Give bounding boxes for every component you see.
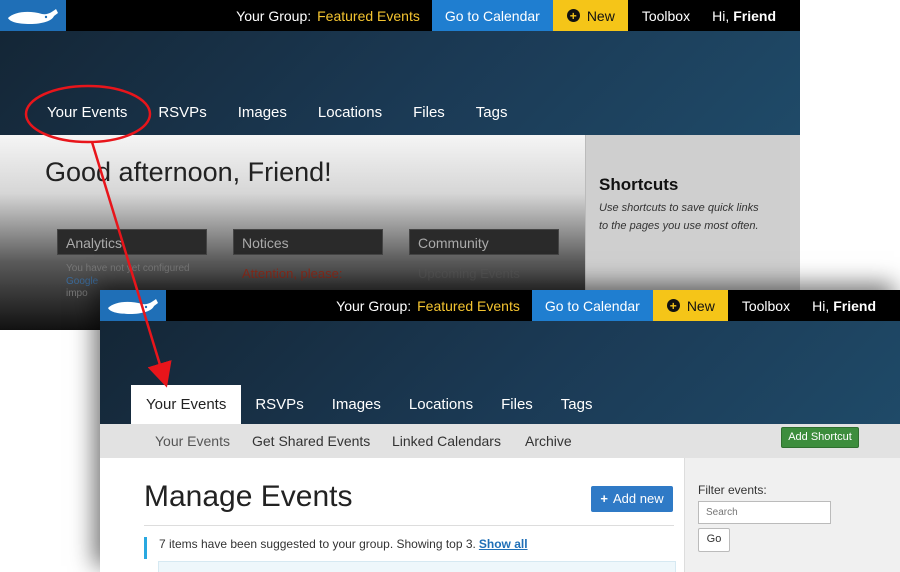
community-panel-header: Community bbox=[409, 229, 559, 255]
page-title: Manage Events bbox=[144, 480, 353, 513]
filter-label: Filter events: bbox=[698, 483, 767, 497]
show-all-link[interactable]: Show all bbox=[479, 537, 528, 551]
nav-tags[interactable]: Tags bbox=[476, 104, 508, 121]
subnav-archive[interactable]: Archive bbox=[525, 433, 572, 449]
group-label: Your Group: bbox=[336, 297, 412, 314]
nav-images[interactable]: Images bbox=[238, 104, 287, 121]
front-screenshot: Your Group: Featured Events Go to Calend… bbox=[100, 290, 900, 572]
whale-logo-icon[interactable] bbox=[100, 290, 166, 321]
go-button[interactable]: Go bbox=[698, 528, 730, 552]
plus-circle-icon: + bbox=[666, 299, 680, 312]
analytics-panel-header: Analytics bbox=[57, 229, 207, 255]
nav-files[interactable]: Files bbox=[413, 104, 445, 121]
go-to-calendar-button[interactable]: Go to Calendar bbox=[431, 0, 553, 31]
nav-images[interactable]: Images bbox=[318, 385, 395, 424]
top-bar: Your Group: Featured Events Go to Calend… bbox=[100, 290, 900, 321]
user-greeting: Hi, bbox=[712, 7, 730, 24]
nav-your-events[interactable]: Your Events bbox=[47, 104, 127, 121]
notices-panel-header: Notices bbox=[233, 229, 383, 255]
shortcuts-description: Use shortcuts to save quick links to the… bbox=[599, 202, 759, 232]
toolbox-menu[interactable]: Toolbox bbox=[628, 0, 704, 31]
add-new-label: Add new bbox=[613, 491, 664, 506]
go-to-calendar-button[interactable]: Go to Calendar bbox=[531, 290, 653, 321]
plus-circle-icon: + bbox=[566, 9, 580, 22]
new-button[interactable]: + New bbox=[652, 290, 728, 321]
group-name-link[interactable]: Featured Events bbox=[317, 8, 420, 24]
toolbox-menu[interactable]: Toolbox bbox=[728, 290, 804, 321]
add-shortcut-button[interactable]: Add Shortcut bbox=[781, 427, 859, 448]
top-bar: Your Group: Featured Events Go to Calend… bbox=[0, 0, 800, 31]
nav-locations[interactable]: Locations bbox=[395, 385, 487, 424]
user-menu[interactable]: Hi, Friend bbox=[704, 0, 800, 31]
nav-your-events[interactable]: Your Events bbox=[131, 385, 242, 424]
analytics-text: You have not yet configured bbox=[66, 263, 190, 274]
user-name: Friend bbox=[833, 297, 876, 314]
shortcuts-title: Shortcuts bbox=[599, 175, 679, 194]
sub-nav: Your Events Get Shared Events Linked Cal… bbox=[100, 424, 900, 458]
greeting-heading: Good afternoon, Friend! bbox=[45, 157, 332, 187]
subnav-your-events[interactable]: Your Events bbox=[155, 433, 230, 449]
subnav-linked-calendars[interactable]: Linked Calendars bbox=[392, 433, 501, 449]
nav-rsvps[interactable]: RSVPs bbox=[158, 104, 206, 121]
nav-locations[interactable]: Locations bbox=[318, 104, 382, 121]
analytics-text-2: impo bbox=[66, 288, 88, 299]
nav-tags[interactable]: Tags bbox=[547, 385, 607, 424]
divider bbox=[144, 525, 674, 526]
subnav-get-shared-events[interactable]: Get Shared Events bbox=[252, 433, 370, 449]
group-name-link[interactable]: Featured Events bbox=[417, 298, 520, 314]
community-text: Upcoming Events bbox=[418, 266, 520, 281]
back-screenshot: Your Group: Featured Events Go to Calend… bbox=[0, 0, 800, 330]
whale-logo-icon[interactable] bbox=[0, 0, 66, 31]
new-button-label: New bbox=[686, 297, 715, 314]
nav-rsvps[interactable]: RSVPs bbox=[241, 385, 317, 424]
new-button[interactable]: + New bbox=[552, 0, 628, 31]
add-new-button[interactable]: + Add new bbox=[591, 486, 673, 512]
suggestion-text: 7 items have been suggested to your grou… bbox=[159, 537, 476, 551]
main-nav: Your Events RSVPs Images Locations Files… bbox=[47, 104, 538, 121]
search-input[interactable] bbox=[698, 501, 831, 524]
plus-icon: + bbox=[600, 491, 608, 506]
group-label: Your Group: bbox=[236, 7, 312, 24]
suggestion-notice: 7 items have been suggested to your grou… bbox=[144, 537, 674, 559]
nav-files[interactable]: Files bbox=[487, 385, 547, 424]
main-nav: Your Events RSVPs Images Locations Files… bbox=[131, 385, 606, 424]
notices-text: Attention, please: bbox=[242, 266, 343, 281]
user-name: Friend bbox=[733, 7, 776, 24]
user-menu[interactable]: Hi, Friend bbox=[804, 290, 900, 321]
suggestion-list bbox=[158, 561, 676, 572]
user-greeting: Hi, bbox=[812, 297, 830, 314]
analytics-link[interactable]: Google bbox=[66, 276, 98, 287]
new-button-label: New bbox=[586, 7, 615, 24]
filter-sidebar: Filter events: Go bbox=[684, 458, 900, 572]
